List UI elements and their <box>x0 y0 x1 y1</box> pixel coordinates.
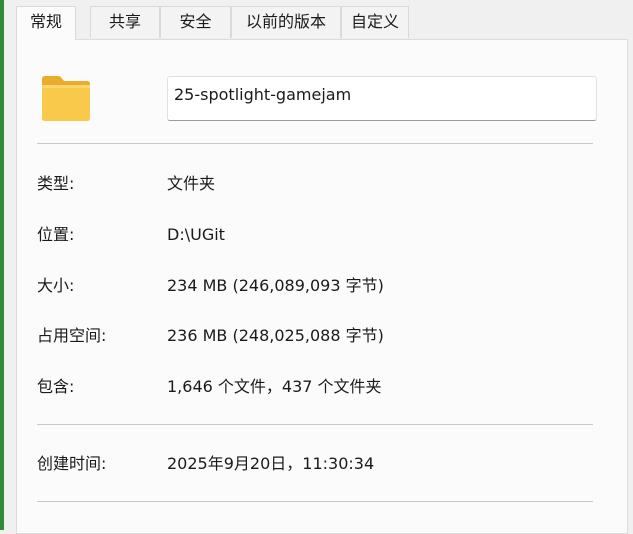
folder-name-field[interactable]: 25-spotlight-gamejam <box>167 76 597 121</box>
tab-general[interactable]: 常规 <box>16 6 76 40</box>
divider <box>37 501 593 502</box>
folder-icon <box>42 76 90 121</box>
tab-customize[interactable]: 自定义 <box>341 6 409 38</box>
type-value: 文件夹 <box>167 174 216 193</box>
size-on-disk-value: 236 MB (248,025,088 字节) <box>167 326 384 345</box>
tab-security[interactable]: 安全 <box>160 6 231 38</box>
location-value: D:\UGit <box>167 225 225 244</box>
contains-label: 包含: <box>37 377 75 396</box>
divider <box>37 143 593 144</box>
size-label: 大小: <box>37 276 75 295</box>
created-label: 创建时间: <box>37 454 107 473</box>
type-label: 类型: <box>37 174 75 193</box>
tab-previous-versions[interactable]: 以前的版本 <box>231 6 341 38</box>
size-value: 234 MB (246,089,093 字节) <box>167 276 384 295</box>
created-value: 2025年9月20日，11:30:34 <box>167 454 375 473</box>
size-on-disk-label: 占用空间: <box>37 326 107 345</box>
contains-value: 1,646 个文件，437 个文件夹 <box>167 377 382 396</box>
location-label: 位置: <box>37 225 75 244</box>
divider <box>37 424 593 425</box>
general-panel: 25-spotlight-gamejam 类型: 文件夹 位置: D:\UGit… <box>16 39 628 534</box>
window-edge <box>0 0 4 530</box>
tab-sharing[interactable]: 共享 <box>90 6 160 38</box>
